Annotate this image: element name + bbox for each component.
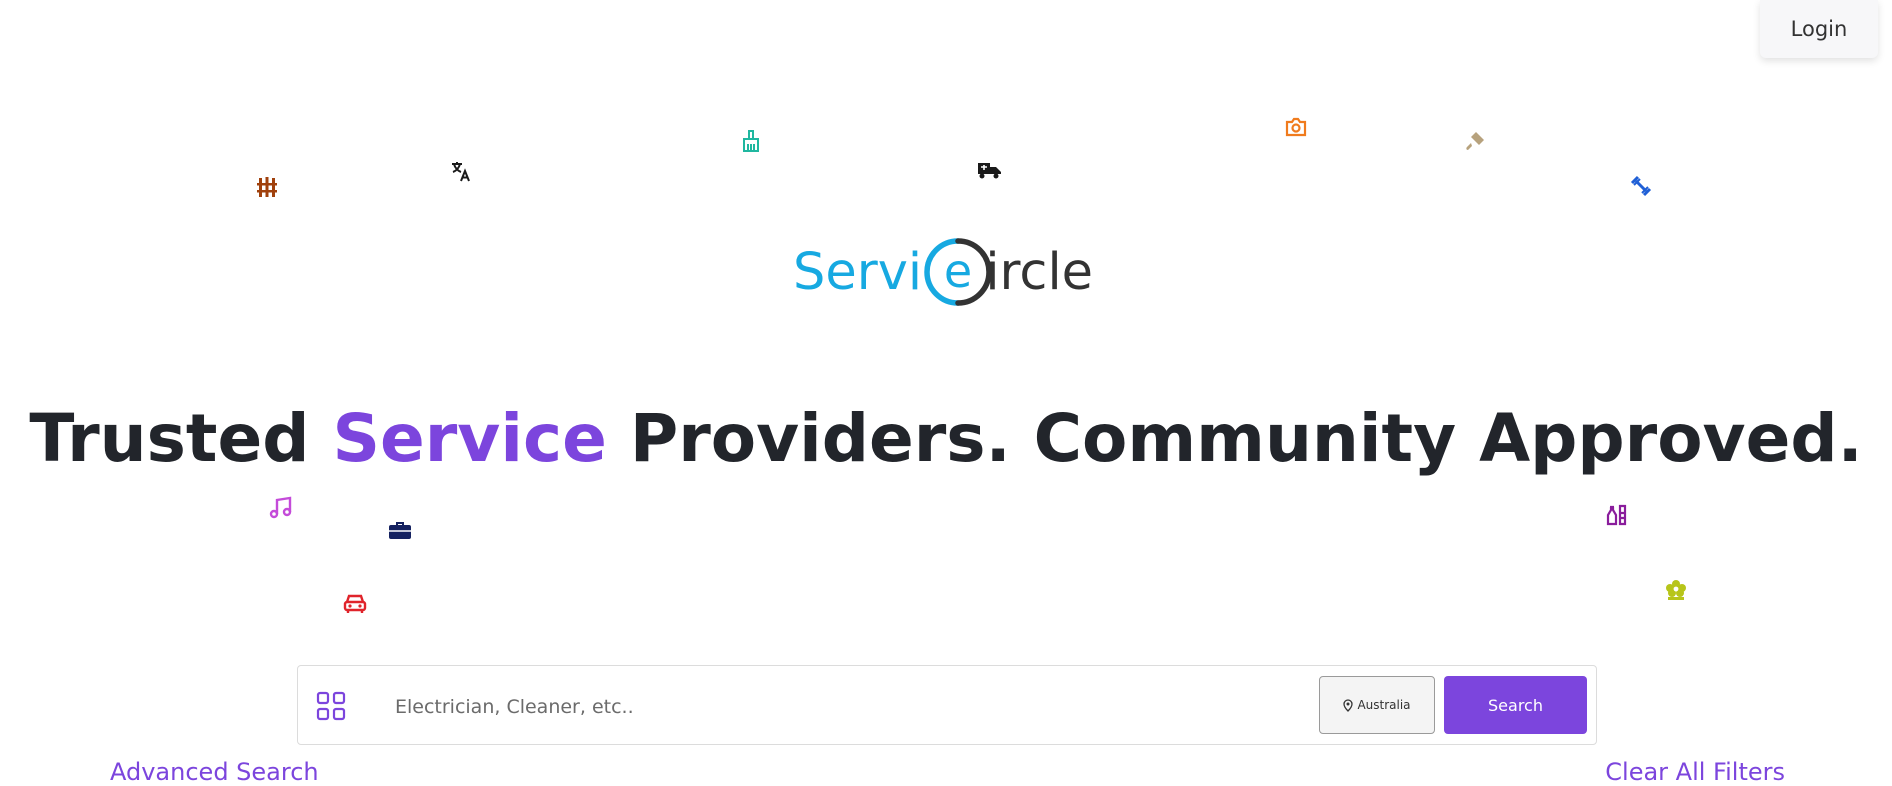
tow-truck-icon xyxy=(977,160,1003,180)
logo-text-left: Servi xyxy=(793,242,923,302)
headline-post: Providers. Community Approved. xyxy=(606,400,1863,477)
car-icon xyxy=(343,592,367,614)
headline-pre: Trusted xyxy=(29,400,333,477)
translate-icon xyxy=(450,160,472,182)
headline-accent: Service xyxy=(332,400,607,477)
hero-headline: Trusted Service Providers. Community App… xyxy=(0,400,1892,477)
search-bar: Australia Search xyxy=(297,665,1597,745)
map-pin-icon xyxy=(1343,698,1354,712)
paint-brush-icon xyxy=(1462,128,1488,154)
briefcase-icon xyxy=(388,520,412,540)
logo-mark-letter: e xyxy=(944,244,972,298)
bottles-icon xyxy=(1605,504,1629,526)
search-button[interactable]: Search xyxy=(1444,676,1587,734)
grid-icon[interactable] xyxy=(316,691,346,721)
music-icon xyxy=(268,496,294,520)
camera-icon xyxy=(1284,115,1308,139)
brand-logo[interactable]: Servi e ircle xyxy=(793,232,1093,312)
search-input[interactable] xyxy=(393,684,1097,730)
dumbbell-icon xyxy=(1629,174,1653,198)
clear-filters-link[interactable]: Clear All Filters xyxy=(1605,758,1785,786)
page: Login Servi e ircle Trusted Service Prov… xyxy=(0,0,1892,786)
fence-icon xyxy=(256,176,278,198)
login-button[interactable]: Login xyxy=(1760,0,1878,58)
logo-mark: e xyxy=(920,237,992,307)
advanced-search-link[interactable]: Advanced Search xyxy=(110,758,319,786)
logo-text-right: ircle xyxy=(985,242,1093,302)
broom-icon xyxy=(739,129,763,153)
location-label: Australia xyxy=(1357,698,1411,712)
location-button[interactable]: Australia xyxy=(1319,676,1435,734)
lotus-icon xyxy=(1664,578,1688,602)
